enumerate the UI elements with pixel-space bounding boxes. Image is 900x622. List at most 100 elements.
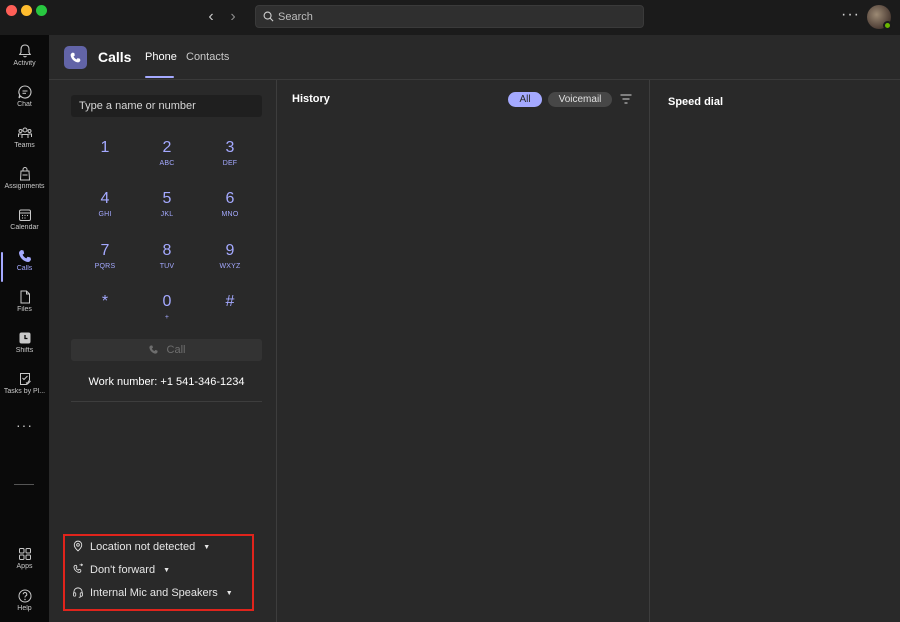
rail-item-teams[interactable]: Teams (0, 125, 49, 166)
rail-item-label: Calls (16, 265, 33, 272)
page-title: Calls (98, 49, 132, 65)
location-pin-icon (73, 540, 83, 552)
forward-dropdown[interactable]: Don't forward ▼ (72, 563, 171, 582)
dial-key-star[interactable]: * (80, 292, 130, 336)
dial-key-5[interactable]: 5 JKL (142, 189, 192, 233)
audio-device-label: Internal Mic and Speakers (90, 587, 218, 599)
more-options-icon[interactable]: ··· (841, 6, 860, 24)
dial-key-digit: 2 (162, 139, 172, 156)
dial-key-letters: GHI (98, 211, 112, 218)
rail-item-label: Assignments (4, 183, 45, 190)
tab-contacts[interactable]: Contacts (186, 51, 229, 63)
zoom-window-button[interactable] (36, 5, 47, 16)
rail-item-label: Tasks by Pl... (3, 388, 46, 395)
rail-item-calls[interactable]: Calls (0, 248, 49, 289)
dial-key-digit: * (101, 293, 109, 310)
dial-key-letters: JKL (160, 211, 174, 218)
location-label: Location not detected (90, 541, 196, 553)
presence-status-icon (883, 21, 892, 30)
tab-phone[interactable]: Phone (145, 51, 177, 63)
name-or-number-input[interactable] (71, 95, 262, 117)
active-tab-indicator (145, 76, 174, 78)
forward-arrow-icon[interactable]: › (224, 8, 242, 26)
chat-icon (17, 85, 31, 99)
rail-item-activity[interactable]: Activity (0, 43, 49, 84)
chevron-down-icon: ▼ (225, 589, 233, 597)
divider (71, 401, 262, 402)
audio-device-dropdown[interactable]: Internal Mic and Speakers ▼ (72, 587, 233, 605)
rail-item-label: Shifts (15, 347, 34, 354)
dial-key-letters: ABC (159, 160, 175, 167)
dial-key-9[interactable]: 9 WXYZ (205, 241, 255, 285)
dial-key-8[interactable]: 8 TUV (142, 241, 192, 285)
rail-item-label: Activity (13, 60, 36, 67)
filter-icon[interactable] (620, 94, 632, 104)
dial-key-letters: DEF (222, 160, 238, 167)
dial-key-4[interactable]: 4 GHI (80, 189, 130, 233)
avatar[interactable] (867, 5, 892, 30)
rail-item-tasks[interactable]: Tasks by Pl... (0, 371, 49, 412)
dial-key-3[interactable]: 3 DEF (205, 138, 255, 182)
close-window-button[interactable] (6, 5, 17, 16)
chevron-down-icon: ▼ (163, 566, 171, 574)
assignments-icon (19, 167, 30, 181)
rail-item-label: Chat (17, 101, 32, 108)
rail-item-shifts[interactable]: Shifts (0, 330, 49, 371)
work-number: Work number: +1 541-346-1234 (88, 376, 245, 388)
dial-key-letters: WXYZ (219, 263, 241, 270)
call-button[interactable]: Call (71, 339, 262, 361)
dial-key-digit: 8 (162, 242, 172, 259)
search-icon (263, 11, 274, 22)
dial-key-letters: TUV (159, 263, 175, 270)
dial-key-digit: # (225, 293, 235, 310)
apps-icon (18, 548, 31, 560)
filter-all-pill[interactable]: All (508, 92, 542, 107)
dial-key-digit: 4 (100, 190, 110, 207)
phone-icon (148, 344, 158, 354)
rail-item-help[interactable]: Help (0, 588, 49, 622)
rail-more-apps[interactable]: ··· (0, 417, 49, 437)
dial-key-digit: 1 (100, 139, 110, 156)
dial-key-letters: + (164, 314, 170, 321)
more-apps-icon: ··· (16, 417, 33, 433)
call-button-label: Call (166, 344, 186, 356)
dial-key-0[interactable]: 0 + (142, 292, 192, 336)
filter-voicemail-pill[interactable]: Voicemail (548, 92, 612, 107)
chevron-down-icon: ▼ (203, 543, 211, 551)
rail-item-apps[interactable]: Apps (0, 546, 49, 587)
bell-icon (18, 44, 31, 58)
dial-key-digit: 6 (225, 190, 235, 207)
rail-item-label: Apps (16, 563, 33, 570)
rail-item-files[interactable]: Files (0, 289, 49, 330)
dial-key-digit: 7 (100, 242, 110, 259)
rail-divider (14, 484, 34, 485)
dial-key-7[interactable]: 7 PQRS (80, 241, 130, 285)
dial-key-letters: MNO (221, 211, 239, 218)
minimize-window-button[interactable] (21, 5, 32, 16)
rail-item-calendar[interactable]: Calendar (0, 207, 49, 248)
calls-main: 1 2 ABC 3 DEF 4 GHI 5 JKL 6 MNO 7 PQRS 8 TUV 9 W… (49, 80, 900, 622)
app-bar: Activity Chat Teams Assignments Calendar… (0, 35, 49, 622)
back-arrow-icon[interactable]: ‹ (202, 8, 220, 26)
dial-key-2[interactable]: 2 ABC (142, 138, 192, 182)
location-dropdown[interactable]: Location not detected ▼ (72, 540, 211, 559)
speed-dial-title: Speed dial (668, 96, 724, 108)
history-title: History (292, 93, 330, 105)
dial-key-1[interactable]: 1 (80, 138, 130, 182)
dial-key-6[interactable]: 6 MNO (205, 189, 255, 233)
shifts-icon (19, 332, 30, 344)
rail-item-assignments[interactable]: Assignments (0, 166, 49, 207)
speed-dial-panel: Speed dial (651, 80, 900, 622)
dial-key-hash[interactable]: # (205, 292, 255, 336)
dial-pad-panel: 1 2 ABC 3 DEF 4 GHI 5 JKL 6 MNO 7 PQRS 8 TUV 9 W… (49, 80, 277, 622)
headset-icon (73, 587, 83, 598)
teams-icon (17, 127, 32, 138)
dial-key-digit: 9 (225, 242, 235, 259)
calls-header: Calls Phone Contacts (49, 35, 900, 80)
rail-item-label: Calendar (10, 224, 39, 231)
dial-key-letters: PQRS (94, 263, 116, 270)
forward-label: Don't forward (90, 564, 156, 576)
search-bar[interactable]: Search (255, 5, 644, 28)
rail-item-chat[interactable]: Chat (0, 84, 49, 125)
title-bar: ‹ › Search ··· (0, 0, 900, 35)
